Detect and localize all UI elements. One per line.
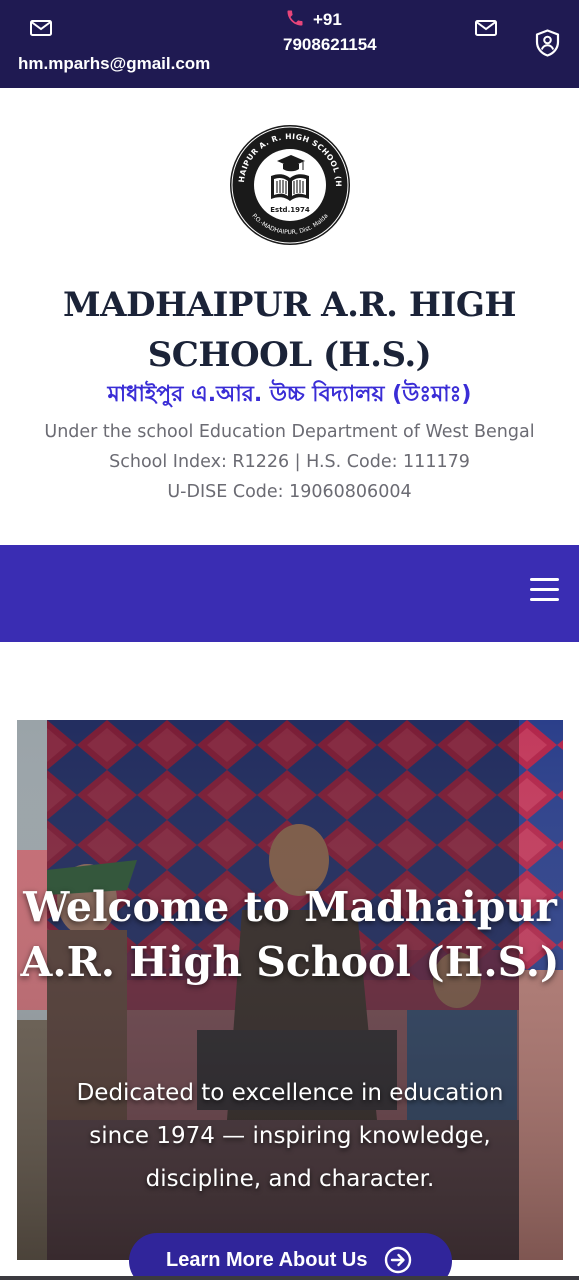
learn-more-label: Learn More About Us bbox=[166, 1249, 368, 1271]
logo-estd-text: Estd.1974 bbox=[270, 206, 310, 214]
mail-icon[interactable] bbox=[474, 18, 498, 38]
school-header: MADHAIPUR A. R. HIGH SCHOOL (H.S.) P.O.-… bbox=[0, 88, 579, 545]
user-shield-icon[interactable] bbox=[535, 29, 560, 57]
udise-code-text: U-DISE Code: 19060806004 bbox=[167, 482, 412, 502]
bottom-divider bbox=[0, 1276, 579, 1280]
email-link[interactable]: hm.mparhs@gmail.com bbox=[18, 54, 210, 74]
hero-subtitle: Dedicated to excellence in education sin… bbox=[76, 1080, 504, 1192]
mail-icon[interactable] bbox=[29, 18, 53, 38]
hero-carousel[interactable]: Welcome to Madhaipur A.R. High School (H… bbox=[17, 720, 563, 1260]
phone-link[interactable]: +91 7908621154 bbox=[283, 7, 393, 57]
school-name-bengali: মাধাইপুর এ.আর. উচ্চ বিদ্যালয় (উঃমাঃ) bbox=[107, 382, 472, 407]
top-contact-bar: hm.mparhs@gmail.com +91 7908621154 bbox=[0, 0, 579, 88]
arrow-circle-right-icon bbox=[384, 1246, 412, 1274]
school-codes-text: School Index: R1226 | H.S. Code: 111179 bbox=[109, 452, 470, 472]
school-name-heading: MADHAIPUR A.R. HIGH SCHOOL (H.S.) bbox=[62, 285, 517, 375]
hamburger-menu-icon[interactable] bbox=[530, 578, 559, 602]
learn-more-button[interactable]: Learn More About Us bbox=[129, 1233, 452, 1280]
school-logo[interactable]: MADHAIPUR A. R. HIGH SCHOOL (H.S.) P.O.-… bbox=[229, 124, 351, 246]
main-navbar bbox=[0, 545, 579, 642]
hero-title: Welcome to Madhaipur A.R. High School (H… bbox=[20, 883, 560, 986]
education-department-text: Under the school Education Department of… bbox=[44, 422, 535, 442]
